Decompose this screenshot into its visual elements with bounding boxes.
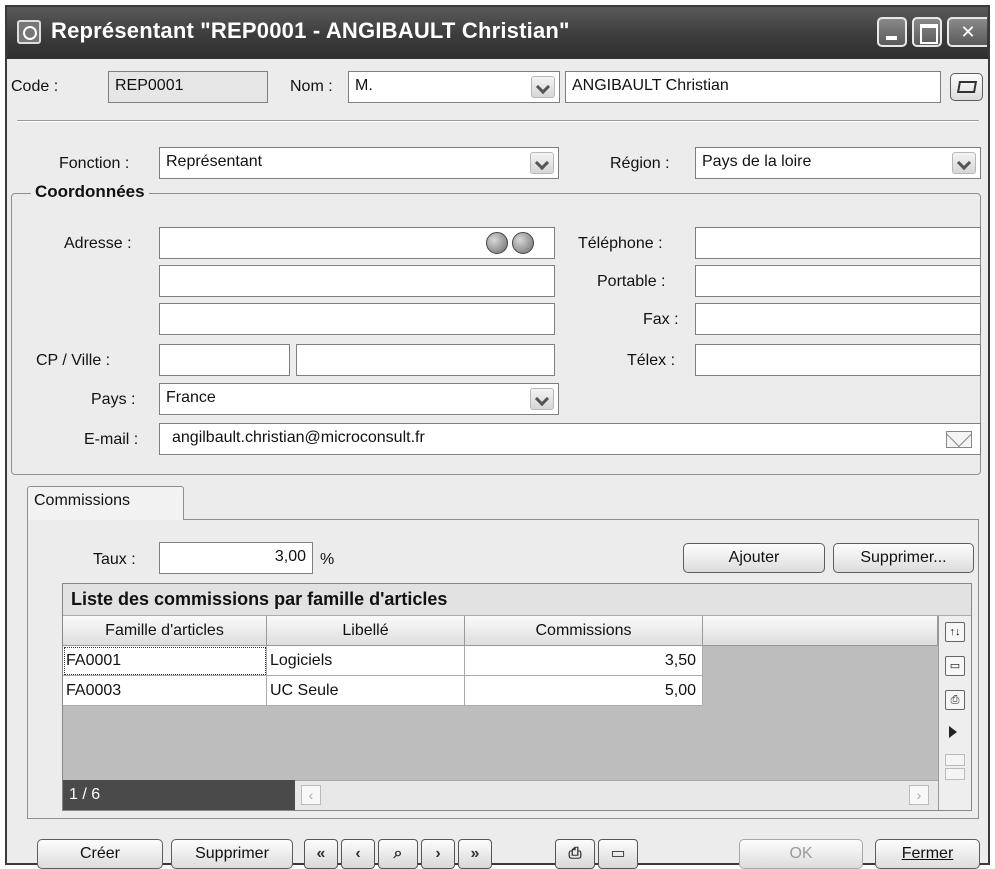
column-header-libelle[interactable]: Libellé	[267, 616, 465, 646]
cp-field[interactable]	[159, 344, 290, 376]
fermer-label: Fermer	[901, 845, 954, 862]
cell-libelle[interactable]: UC Seule	[267, 676, 465, 706]
adresse-label: Adresse :	[64, 235, 132, 252]
header-separator	[17, 120, 979, 122]
nom-field[interactable]: ANGIBAULT Christian	[565, 71, 941, 103]
civilite-select[interactable]: M.	[348, 71, 560, 103]
play-icon[interactable]	[949, 726, 957, 738]
print-icon[interactable]: ⎙	[555, 839, 595, 869]
portable-field[interactable]	[695, 265, 981, 297]
preview-icon[interactable]: ▭	[598, 839, 638, 869]
column-header-empty	[703, 616, 938, 646]
email-label: E-mail :	[84, 431, 139, 448]
creer-button[interactable]: Créer	[37, 839, 163, 869]
note-icon	[956, 81, 977, 93]
ajouter-button[interactable]: Ajouter	[683, 543, 825, 573]
portable-label: Portable :	[597, 273, 666, 290]
notes-button[interactable]	[950, 73, 983, 101]
fax-label: Fax :	[643, 311, 679, 328]
ville-field[interactable]	[296, 344, 555, 376]
previous-record-icon[interactable]: ‹	[341, 839, 375, 869]
monitor-icon[interactable]: ▭	[945, 656, 965, 676]
scroll-right-icon[interactable]: ›	[909, 785, 929, 805]
sort-icon[interactable]: ↑↓	[945, 622, 965, 642]
window-title: Représentant "REP0001 - ANGIBAULT Christ…	[51, 18, 570, 43]
ok-button[interactable]: OK	[739, 839, 863, 869]
email-field[interactable]: angilbault.christian@microconsult.fr	[159, 423, 981, 455]
maximize-button[interactable]	[912, 17, 942, 47]
adresse-line-2[interactable]	[159, 265, 555, 297]
supprimer-commission-button[interactable]: Supprimer...	[833, 543, 974, 573]
pays-select[interactable]: France	[159, 383, 559, 415]
nom-label: Nom :	[290, 78, 333, 95]
close-button[interactable]: ✕	[947, 17, 987, 47]
adresse-line-3[interactable]	[159, 303, 555, 335]
email-value: angilbault.christian@microconsult.fr	[172, 429, 425, 446]
search-icon[interactable]: ⌕	[378, 839, 418, 869]
telex-label: Télex :	[627, 352, 676, 369]
scroll-up-icon[interactable]	[945, 754, 965, 766]
ajouter-label: Ajouter	[728, 549, 780, 566]
first-record-icon[interactable]: «	[304, 839, 338, 869]
title-bar[interactable]: Représentant "REP0001 - ANGIBAULT Christ…	[7, 7, 988, 59]
taux-label: Taux :	[93, 551, 136, 568]
fonction-value: Représentant	[166, 153, 263, 170]
coordonnees-title: Coordonnées	[31, 182, 149, 202]
telex-field[interactable]	[695, 344, 981, 376]
printer-icon[interactable]: ⎙	[945, 690, 965, 710]
next-record-icon[interactable]: ›	[421, 839, 455, 869]
commissions-grid: Liste des commissions par famille d'arti…	[62, 583, 972, 811]
globe-icon[interactable]	[512, 232, 534, 254]
representant-window: Représentant "REP0001 - ANGIBAULT Christ…	[5, 5, 990, 869]
grid-title: Liste des commissions par famille d'arti…	[63, 584, 971, 616]
minimize-button[interactable]	[877, 17, 907, 47]
pays-value: France	[166, 389, 216, 406]
taux-field[interactable]: 3,00	[159, 542, 313, 574]
fax-field[interactable]	[695, 303, 981, 335]
scroll-left-icon[interactable]: ‹	[301, 785, 321, 805]
fonction-select[interactable]: Représentant	[159, 147, 559, 179]
chevron-down-icon[interactable]	[952, 152, 976, 174]
taux-unit: %	[320, 551, 335, 568]
column-header-commissions[interactable]: Commissions	[465, 616, 703, 646]
horizontal-scrollbar[interactable]: ‹ ›	[295, 780, 938, 810]
telephone-field[interactable]	[695, 227, 981, 259]
supprimer-button[interactable]: Supprimer	[171, 839, 293, 869]
fonction-label: Fonction :	[59, 155, 130, 172]
code-label: Code :	[11, 78, 59, 95]
code-field[interactable]: REP0001	[108, 71, 268, 103]
cell-commissions[interactable]: 3,50	[465, 646, 703, 676]
chevron-down-icon[interactable]	[530, 152, 554, 174]
cp-ville-label: CP / Ville :	[36, 352, 111, 369]
telephone-label: Téléphone :	[578, 235, 663, 252]
column-header-famille[interactable]: Famille d'articles	[63, 616, 267, 646]
search-address-icon[interactable]	[486, 232, 508, 254]
tab-commissions[interactable]: Commissions	[27, 486, 184, 520]
civilite-value: M.	[355, 77, 373, 94]
last-record-icon[interactable]: »	[458, 839, 492, 869]
chevron-down-icon[interactable]	[530, 388, 554, 410]
supprimer-commission-label: Supprimer...	[860, 549, 947, 566]
pays-label: Pays :	[91, 391, 136, 408]
cell-libelle[interactable]: Logiciels	[267, 646, 465, 676]
cell-famille[interactable]: FA0003	[63, 676, 267, 706]
grid-toolbar: ↑↓ ▭ ⎙	[938, 616, 971, 810]
region-value: Pays de la loire	[702, 153, 812, 170]
chevron-down-icon[interactable]	[531, 76, 555, 98]
app-icon	[17, 20, 41, 44]
fermer-button[interactable]: Fermer	[875, 839, 980, 869]
mail-icon[interactable]	[946, 431, 972, 448]
cell-commissions[interactable]: 5,00	[465, 676, 703, 706]
region-label: Région :	[610, 155, 670, 172]
cell-famille[interactable]: FA0001	[63, 646, 267, 676]
region-select[interactable]: Pays de la loire	[695, 147, 981, 179]
record-counter: 1 / 6	[63, 780, 295, 810]
scroll-down-icon[interactable]	[945, 768, 965, 780]
